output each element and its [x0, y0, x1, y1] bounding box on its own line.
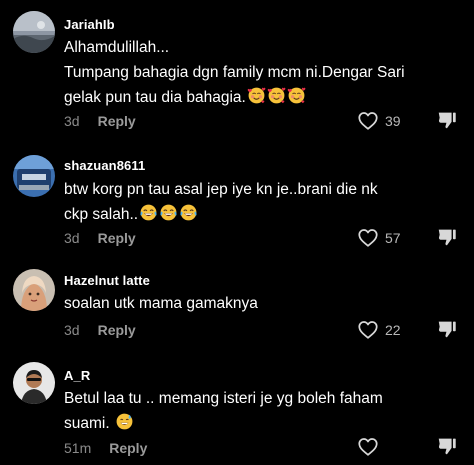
dislike-icon[interactable]: [436, 435, 458, 457]
comment-meta: 3d Reply: [64, 113, 136, 129]
dislike-icon[interactable]: [436, 226, 458, 248]
comment-text: soalan utk mama gamaknya: [64, 291, 394, 316]
like-count: 57: [385, 230, 401, 246]
like-button[interactable]: 22: [357, 319, 401, 341]
comment-text-line: Alhamdulillah...: [64, 39, 170, 56]
heart-icon: [357, 227, 379, 249]
like-button[interactable]: 39: [357, 110, 401, 132]
comment-text: btw korg pn tau asal jep iye kn je..bran…: [64, 177, 394, 227]
like-count: 39: [385, 113, 401, 129]
like-button[interactable]: 57: [357, 227, 401, 249]
heart-icon: [357, 110, 379, 132]
heart-icon: [357, 319, 379, 341]
username[interactable]: JariahIb: [64, 17, 115, 32]
avatar[interactable]: [13, 155, 55, 197]
grinning-face-with-sweat-icon: [115, 412, 134, 431]
comment-text: Betul laa tu .. memang isteri je yg bole…: [64, 386, 394, 436]
like-count: 22: [385, 322, 401, 338]
avatar[interactable]: [13, 11, 55, 53]
reply-button[interactable]: Reply: [109, 440, 147, 456]
smiling-face-with-hearts-icon: [287, 86, 306, 105]
dislike-icon[interactable]: [436, 318, 458, 340]
face-with-tears-of-joy-icon: [179, 203, 198, 222]
like-button[interactable]: [357, 436, 385, 458]
comment-item: A_R Betul laa tu .. memang isteri je yg …: [0, 352, 474, 465]
comment-text-line: ckp salah..: [64, 202, 394, 227]
comment-text-line: suami.: [64, 411, 394, 436]
heart-icon: [357, 436, 379, 458]
avatar[interactable]: [13, 269, 55, 311]
comment-meta: 3d Reply: [64, 230, 136, 246]
timestamp: 3d: [64, 113, 80, 129]
username[interactable]: Hazelnut latte: [64, 273, 150, 288]
username[interactable]: A_R: [64, 368, 90, 383]
face-with-tears-of-joy-icon: [139, 203, 158, 222]
dislike-icon[interactable]: [436, 109, 458, 131]
timestamp: 3d: [64, 230, 80, 246]
face-with-tears-of-joy-icon: [159, 203, 178, 222]
reply-button[interactable]: Reply: [98, 322, 136, 338]
comment-meta: 3d Reply: [64, 322, 136, 338]
reply-button[interactable]: Reply: [98, 113, 136, 129]
comment-item: Hazelnut latte soalan utk mama gamaknya …: [0, 257, 474, 352]
comment-item: JariahIb Alhamdulillah... Tumpang bahagi…: [0, 0, 474, 142]
comment-text-line: gelak pun tau dia bahagia.: [64, 85, 394, 110]
comment-item: shazuan8611 btw korg pn tau asal jep iye…: [0, 142, 474, 257]
comment-text-line: btw korg pn tau asal jep iye kn je..bran…: [64, 181, 378, 198]
smiling-face-with-hearts-icon: [267, 86, 286, 105]
comment-text-line: Tumpang bahagia dgn family mcm ni.Dengar…: [64, 64, 405, 81]
username[interactable]: shazuan8611: [64, 158, 145, 173]
timestamp: 51m: [64, 440, 92, 456]
comment-meta: 51m Reply: [64, 440, 147, 456]
timestamp: 3d: [64, 322, 80, 338]
reply-button[interactable]: Reply: [98, 230, 136, 246]
comment-text-line: Betul laa tu .. memang isteri je yg bole…: [64, 390, 383, 407]
smiling-face-with-hearts-icon: [247, 86, 266, 105]
comment-text-line: soalan utk mama gamaknya: [64, 295, 258, 312]
comment-text: Alhamdulillah... Tumpang bahagia dgn fam…: [64, 35, 405, 110]
avatar[interactable]: [13, 362, 55, 404]
